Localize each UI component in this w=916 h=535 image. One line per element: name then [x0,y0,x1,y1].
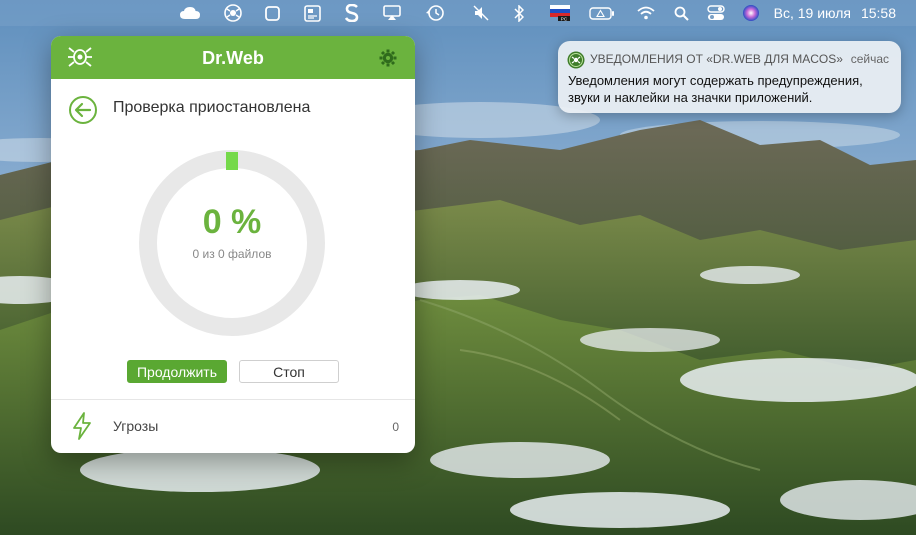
menu-bar: PC Вс, 19 июля 15:58 [0,0,916,26]
threats-row[interactable]: Угрозы 0 [51,400,415,453]
drweb-spider-icon[interactable] [222,4,244,22]
mute-icon[interactable] [472,4,490,22]
drweb-app-icon [567,51,585,74]
window-icon[interactable] [263,4,281,22]
cloud-icon[interactable] [178,4,202,22]
progress-ring [139,150,325,336]
progress-track [139,150,325,336]
notification-banner[interactable]: УВЕДОМЛЕНИЯ ОТ «DR.WEB ДЛЯ MACOS» сейчас… [558,41,901,113]
flag-label: PC [561,16,568,21]
bluetooth-icon[interactable] [512,4,526,22]
continue-button[interactable]: Продолжить [127,360,227,383]
lightning-icon [71,412,93,445]
russian-flag-icon[interactable]: PC [549,4,571,22]
drweb-popover: Dr.Web Проверка приостановлена 0 % 0 из … [51,36,415,453]
files-count: 0 из 0 файлов [192,247,272,261]
control-center-icon[interactable] [705,4,727,22]
panel-icon[interactable] [302,4,322,22]
menubar-date: Вс, 19 июля [773,5,851,21]
notification-app-name: УВЕДОМЛЕНИЯ ОТ «DR.WEB ДЛЯ MACOS» [590,52,843,66]
wifi-icon[interactable] [636,4,656,22]
progress-start-marker [226,152,238,170]
popover-header: Dr.Web [51,36,415,79]
back-button[interactable] [68,95,98,125]
threats-label: Угрозы [113,418,159,434]
time-machine-icon[interactable] [424,4,446,22]
gear-icon[interactable] [379,49,397,72]
battery-icon[interactable] [588,4,616,22]
siri-icon[interactable] [741,4,761,22]
menubar-time: 15:58 [860,5,896,21]
scan-status-title: Проверка приостановлена [113,99,311,116]
search-icon[interactable] [672,4,690,22]
airplay-icon[interactable] [382,4,402,22]
progress-percent: 0 % [202,203,262,241]
notification-body: Уведомления могут содержать предупрежден… [568,73,863,105]
arrow-left-icon [69,96,97,124]
notification-time: сейчас [850,52,889,66]
menubar-clock[interactable]: Вс, 19 июля 15:58 [764,5,896,21]
threats-count: 0 [392,420,399,434]
popover-title: Dr.Web [202,48,264,68]
stop-button[interactable]: Стоп [239,360,339,383]
s-app-icon[interactable] [343,4,361,22]
